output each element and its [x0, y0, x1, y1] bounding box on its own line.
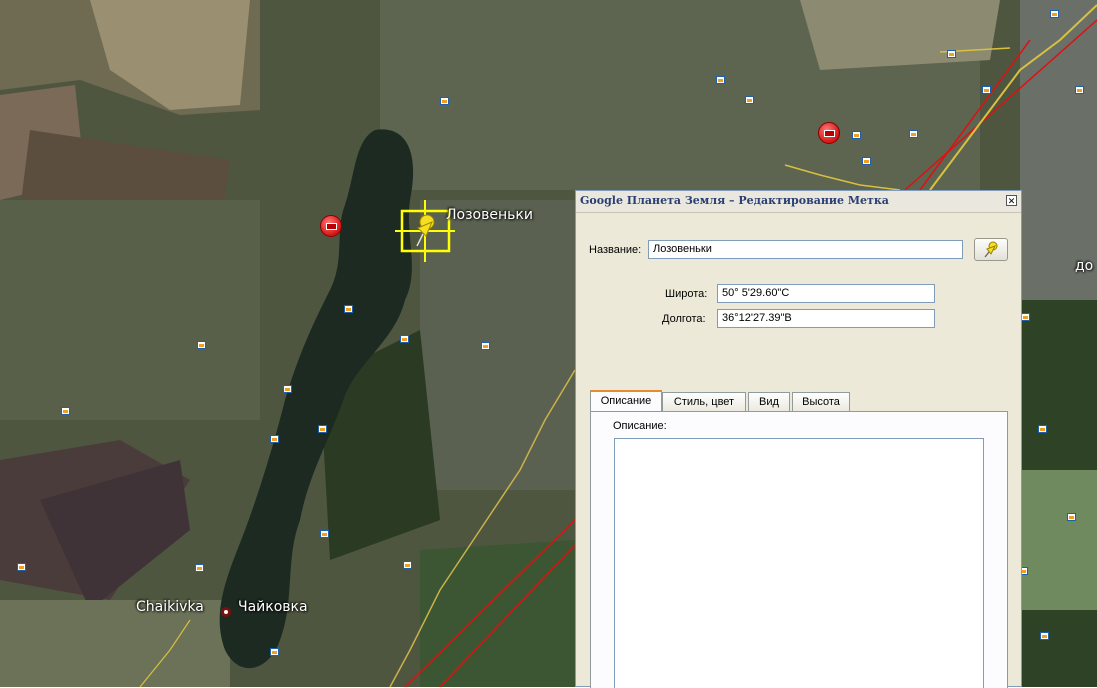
photo-icon[interactable]: [1021, 313, 1030, 321]
longitude-label: Долгота:: [662, 313, 706, 325]
longitude-field[interactable]: 36°12'27.39"В: [717, 309, 935, 328]
dialog-titlebar[interactable]: Google Планета Земля – Редактирование Ме…: [576, 191, 1021, 213]
close-button[interactable]: ✕: [1006, 195, 1017, 206]
yellow-pushpin-icon: [984, 241, 998, 258]
photo-icon[interactable]: [481, 342, 490, 350]
tab-altitude[interactable]: Высота: [792, 392, 850, 412]
photo-icon[interactable]: [909, 130, 918, 138]
photo-icon[interactable]: [1038, 425, 1047, 433]
photo-icon[interactable]: [320, 530, 329, 538]
forest: [420, 540, 575, 687]
town-label-en[interactable]: Chaikivka: [136, 599, 204, 615]
photo-icon[interactable]: [1040, 632, 1049, 640]
photo-icon[interactable]: [318, 425, 327, 433]
photo-icon[interactable]: [197, 341, 206, 349]
photo-icon[interactable]: [440, 97, 449, 105]
pin-icon-button[interactable]: [974, 238, 1008, 261]
town-label-ru[interactable]: Чайковка: [238, 599, 308, 615]
photo-icon[interactable]: [862, 157, 871, 165]
photo-icon[interactable]: [745, 96, 754, 104]
photo-icon[interactable]: [1067, 513, 1076, 521]
photo-icon[interactable]: [283, 385, 292, 393]
dialog-title: Google Планета Земля – Редактирование Ме…: [580, 194, 889, 207]
latitude-label: Широта:: [665, 288, 708, 300]
description-label: Описание:: [613, 420, 667, 432]
photo-icon[interactable]: [1075, 86, 1084, 94]
description-textarea[interactable]: [614, 438, 984, 688]
photo-icon[interactable]: [400, 335, 409, 343]
photo-icon[interactable]: [1050, 10, 1059, 18]
edge-label: до: [1075, 258, 1094, 274]
edit-placemark-dialog: Google Планета Земля – Редактирование Ме…: [575, 190, 1022, 688]
photo-icon[interactable]: [982, 86, 991, 94]
photo-icon[interactable]: [716, 76, 725, 84]
photo-icon[interactable]: [195, 564, 204, 572]
latitude-field[interactable]: 50° 5'29.60"С: [717, 284, 935, 303]
photo-icon[interactable]: [270, 435, 279, 443]
photo-icon[interactable]: [947, 50, 956, 58]
tab-style-color[interactable]: Стиль, цвет: [662, 392, 746, 412]
tab-view[interactable]: Вид: [748, 392, 790, 412]
photo-icon[interactable]: [852, 131, 861, 139]
name-label: Название:: [589, 244, 642, 256]
photo-icon[interactable]: [17, 563, 26, 571]
webcam-marker-icon[interactable]: [818, 122, 840, 144]
town-dot-icon[interactable]: [221, 607, 231, 617]
webcam-marker-icon[interactable]: [320, 215, 342, 237]
photo-icon[interactable]: [344, 305, 353, 313]
photo-icon[interactable]: [61, 407, 70, 415]
photo-icon[interactable]: [403, 561, 412, 569]
placemark-label[interactable]: Лозовеньки: [446, 207, 533, 223]
photo-icon[interactable]: [270, 648, 279, 656]
tab-description[interactable]: Описание: [590, 390, 662, 413]
name-field[interactable]: Лозовеньки: [648, 240, 963, 259]
